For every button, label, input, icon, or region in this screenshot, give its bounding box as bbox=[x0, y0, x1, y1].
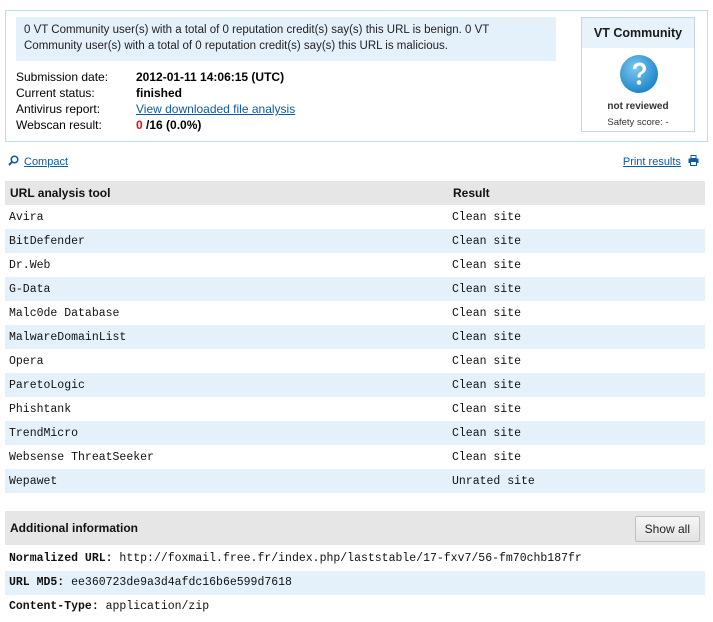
vt-community-panel: VT Community not reviewed Safety score: … bbox=[581, 17, 695, 132]
tool-result: Clean site bbox=[448, 373, 705, 397]
tool-result: Clean site bbox=[452, 402, 522, 416]
additional-info-header: Additional information Show all bbox=[5, 511, 705, 545]
webscan-total: /16 (0.0%) bbox=[142, 118, 202, 132]
webscan-result-value: 0 /16 (0.0%) bbox=[136, 117, 201, 133]
table-header-row: URL analysis tool Result bbox=[5, 181, 705, 205]
safety-score: Safety score: - bbox=[607, 117, 669, 128]
show-all-button[interactable]: Show all bbox=[634, 516, 700, 542]
tool-result: Clean site bbox=[452, 210, 522, 224]
current-status-value: finished bbox=[136, 86, 183, 100]
table-row: TrendMicro Clean site bbox=[5, 421, 705, 445]
antivirus-report-label: Antivirus report: bbox=[16, 102, 101, 116]
submission-date-value: 2012-01-11 14:06:15 (UTC) bbox=[136, 70, 285, 84]
column-header-result[interactable]: Result bbox=[448, 181, 705, 205]
table-row: ParetoLogic Clean site bbox=[5, 373, 705, 397]
magnifier-icon bbox=[8, 155, 19, 166]
community-status: not reviewed bbox=[607, 101, 669, 112]
submission-date-label: Submission date: bbox=[16, 70, 109, 84]
url-md5-row: URL MD5: ee360723de9a3d4afdc16b6e599d761… bbox=[5, 571, 705, 595]
analysis-summary-box: 0 VT Community user(s) with a total of 0… bbox=[5, 10, 708, 142]
tool-name: TrendMicro bbox=[5, 421, 448, 445]
community-notice: 0 VT Community user(s) with a total of 0… bbox=[16, 17, 556, 61]
tool-name: G-Data bbox=[5, 277, 448, 301]
table-row: Opera Clean site bbox=[5, 349, 705, 373]
print-results-link[interactable]: Print results bbox=[623, 156, 681, 168]
vt-community-title: VT Community bbox=[582, 18, 694, 48]
tool-result: Clean site bbox=[448, 325, 705, 349]
printer-icon bbox=[688, 155, 699, 166]
tool-result: Clean site bbox=[452, 450, 522, 464]
tool-name: Avira bbox=[9, 210, 44, 224]
url-analysis-table: URL analysis tool Result Avira Clean site… bbox=[5, 181, 705, 493]
tool-name: MalwareDomainList bbox=[5, 325, 448, 349]
normalized-url-value: http://foxmail.free.fr/index.php/laststa… bbox=[112, 552, 582, 565]
tool-name: Phishtank bbox=[9, 402, 72, 416]
tool-result: Clean site bbox=[452, 354, 522, 368]
normalized-url-row: Normalized URL: http://foxmail.free.fr/i… bbox=[5, 547, 705, 571]
table-row: Dr.Web Clean site bbox=[5, 253, 705, 277]
table-row: Wepawet Unrated site bbox=[5, 469, 705, 493]
tool-result: Clean site bbox=[452, 258, 522, 272]
url-md5-value: ee360723de9a3d4afdc16b6e599d7618 bbox=[64, 576, 292, 589]
tool-name: ParetoLogic bbox=[5, 373, 448, 397]
additional-info-title: Additional information bbox=[10, 521, 138, 535]
compact-toggle[interactable]: Compact bbox=[8, 155, 68, 168]
table-row: Malc0de Database Clean site bbox=[5, 301, 705, 325]
normalized-url-label: Normalized URL: bbox=[9, 552, 113, 565]
print-results-control[interactable]: Print results bbox=[623, 155, 699, 168]
table-row: Websense ThreatSeeker Clean site bbox=[5, 445, 705, 469]
content-type-label: Content-Type: bbox=[9, 600, 99, 613]
tool-name: Malc0de Database bbox=[9, 306, 120, 320]
column-header-tool[interactable]: URL analysis tool bbox=[5, 181, 448, 205]
tool-name: Websense ThreatSeeker bbox=[9, 450, 154, 464]
compact-link[interactable]: Compact bbox=[24, 156, 68, 168]
url-md5-label: URL MD5: bbox=[9, 576, 65, 589]
tool-result: Clean site bbox=[448, 229, 705, 253]
tool-result: Clean site bbox=[448, 277, 705, 301]
view-file-analysis-link[interactable]: View downloaded file analysis bbox=[136, 101, 295, 117]
table-row: G-Data Clean site bbox=[5, 277, 705, 301]
tool-result: Clean site bbox=[452, 306, 522, 320]
table-row: BitDefender Clean site bbox=[5, 229, 705, 253]
tool-name: Opera bbox=[9, 354, 44, 368]
tool-result: Unrated site bbox=[448, 469, 705, 493]
content-type-value: application/zip bbox=[98, 600, 210, 613]
current-status-label: Current status: bbox=[16, 86, 95, 100]
tool-result: Clean site bbox=[448, 421, 705, 445]
table-row: MalwareDomainList Clean site bbox=[5, 325, 705, 349]
tool-name: Wepawet bbox=[5, 469, 448, 493]
tool-name: Dr.Web bbox=[9, 258, 51, 272]
table-row: Avira Clean site bbox=[5, 205, 705, 229]
table-row: Phishtank Clean site bbox=[5, 397, 705, 421]
tool-name: BitDefender bbox=[5, 229, 448, 253]
webscan-result-label: Webscan result: bbox=[16, 118, 102, 132]
webscan-detections: 0 bbox=[136, 118, 143, 132]
question-icon bbox=[620, 55, 658, 93]
content-type-row: Content-Type: application/zip bbox=[5, 595, 705, 619]
